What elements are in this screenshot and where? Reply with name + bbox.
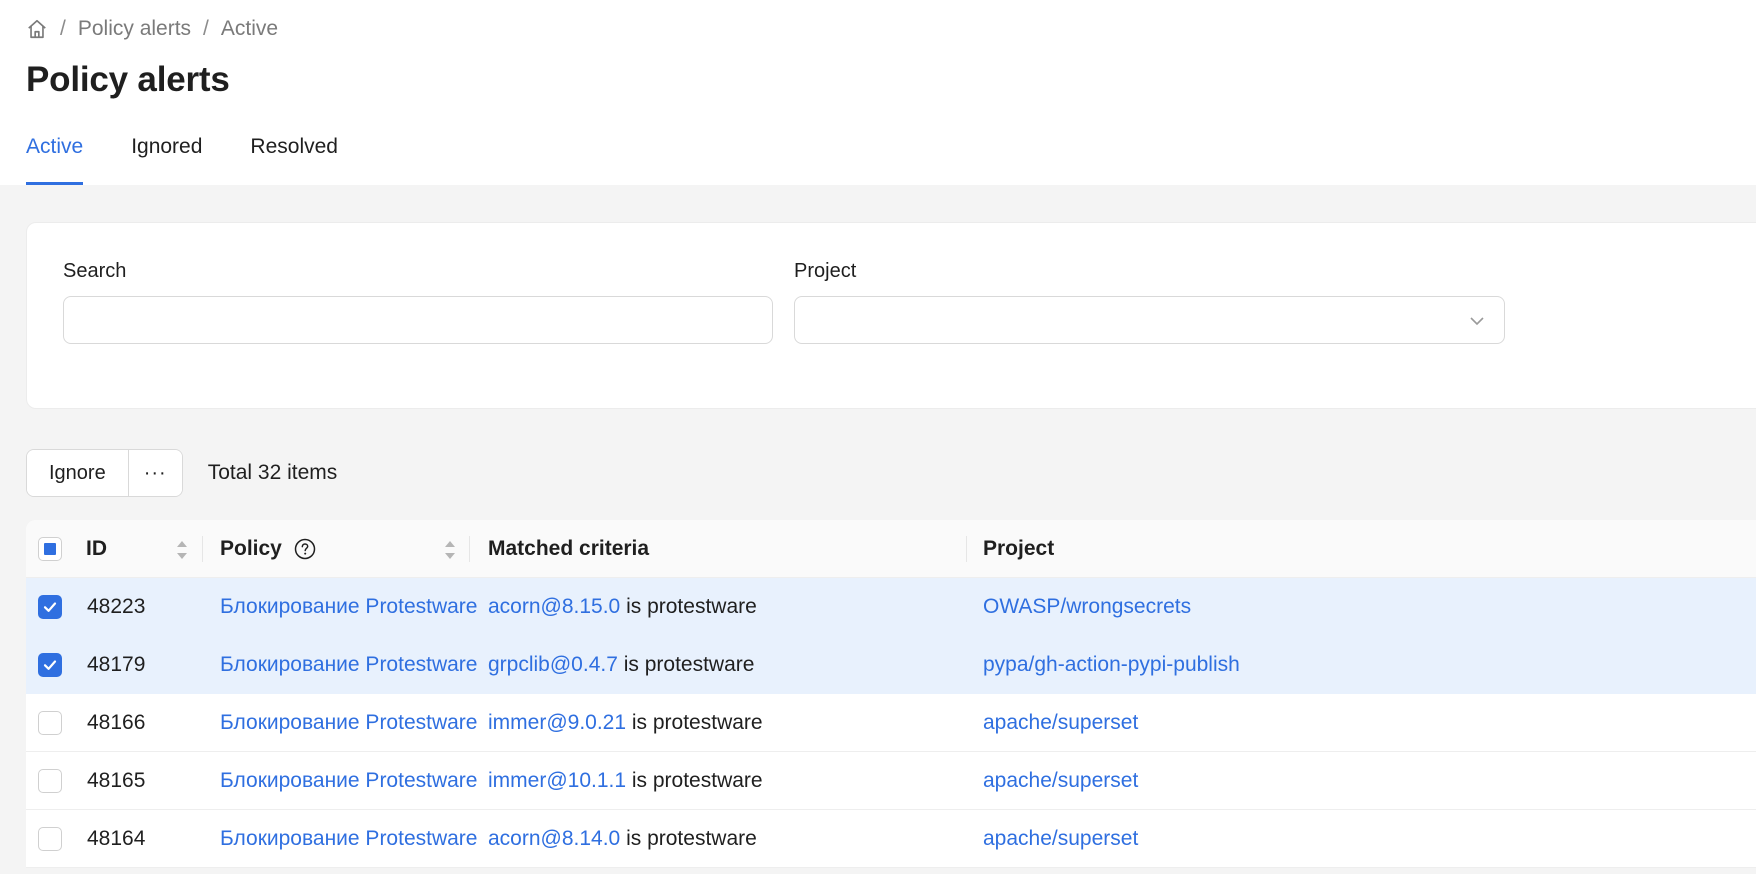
- package-link[interactable]: immer@9.0.21: [488, 711, 626, 735]
- column-header-matched-label: Matched criteria: [488, 537, 650, 560]
- filter-panel: Search Project: [26, 222, 1756, 409]
- criteria-text: is protestware: [626, 595, 757, 618]
- table-header: ID Policy Matched criteria Project: [26, 520, 1756, 578]
- policy-link[interactable]: Блокирование Protestware: [220, 578, 477, 636]
- cell-matched-criteria: immer@9.0.21 is protestware: [488, 694, 763, 752]
- column-header-policy[interactable]: Policy: [220, 520, 316, 578]
- column-divider: [966, 536, 967, 562]
- search-label: Search: [63, 260, 127, 282]
- policy-link[interactable]: Блокирование Protestware: [220, 636, 477, 694]
- cell-id: 48166: [87, 711, 146, 734]
- column-header-policy-label: Policy: [220, 537, 282, 560]
- cell-id: 48164: [87, 827, 146, 850]
- ignore-button[interactable]: Ignore: [27, 450, 128, 496]
- project-link[interactable]: apache/superset: [983, 752, 1138, 810]
- checkmark-icon: [43, 602, 57, 612]
- sort-icon[interactable]: [175, 538, 189, 562]
- breadcrumb-active: Active: [220, 17, 279, 40]
- total-items-count: Total 32 items: [207, 461, 338, 484]
- tab-bar: Active Ignored Resolved: [26, 129, 338, 185]
- cell-id: 48165: [87, 769, 146, 792]
- cell-matched-criteria: immer@10.1.1 is protestware: [488, 752, 763, 810]
- select-all-checkbox[interactable]: [38, 537, 62, 561]
- project-link[interactable]: OWASP/wrongsecrets: [983, 578, 1191, 636]
- criteria-text: is protestware: [623, 653, 755, 676]
- breadcrumb-policy-alerts[interactable]: Policy alerts: [78, 17, 191, 41]
- column-divider: [202, 536, 203, 562]
- criteria-text: is protestware: [631, 711, 763, 734]
- policy-link[interactable]: Блокирование Protestware: [220, 694, 477, 752]
- cell-id: 48223: [87, 595, 146, 618]
- action-button-group: Ignore ···: [26, 449, 183, 497]
- row-checkbox[interactable]: [38, 769, 62, 793]
- breadcrumb: / Policy alerts / Active: [26, 0, 1730, 42]
- cell-matched-criteria: acorn@8.14.0 is protestware: [488, 810, 757, 868]
- policy-link[interactable]: Блокирование Protestware: [220, 810, 477, 868]
- search-input[interactable]: [63, 296, 773, 344]
- project-link[interactable]: pypa/gh-action-pypi-publish: [983, 636, 1240, 694]
- home-icon[interactable]: [26, 18, 48, 40]
- project-link[interactable]: apache/superset: [983, 810, 1138, 868]
- page-title: Policy alerts: [26, 60, 230, 99]
- criteria-text: is protestware: [631, 769, 763, 792]
- row-checkbox[interactable]: [38, 595, 62, 619]
- checkmark-icon: [43, 660, 57, 670]
- project-select[interactable]: [794, 296, 1505, 344]
- package-link[interactable]: grpclib@0.4.7: [488, 653, 618, 677]
- page-header: / Policy alerts / Active Policy alerts A…: [0, 0, 1756, 185]
- more-actions-button[interactable]: ···: [127, 450, 182, 496]
- cell-matched-criteria: grpclib@0.4.7 is protestware: [488, 636, 754, 694]
- cell-id: 48179: [87, 653, 146, 676]
- package-link[interactable]: acorn@8.14.0: [488, 827, 620, 851]
- table-row[interactable]: 48223 Блокирование Protestware acorn@8.1…: [26, 578, 1756, 636]
- sort-icon[interactable]: [443, 538, 457, 562]
- package-link[interactable]: acorn@8.15.0: [488, 595, 620, 619]
- alerts-table: ID Policy Matched criteria Project 48223…: [26, 520, 1756, 868]
- indeterminate-mark: [44, 543, 56, 555]
- tab-active[interactable]: Active: [26, 129, 84, 185]
- package-link[interactable]: immer@10.1.1: [488, 769, 626, 793]
- bulk-action-toolbar: Ignore ··· Total 32 items: [26, 449, 337, 497]
- cell-matched-criteria: acorn@8.15.0 is protestware: [488, 578, 757, 636]
- row-checkbox[interactable]: [38, 827, 62, 851]
- criteria-text: is protestware: [626, 827, 757, 850]
- column-header-matched-criteria: Matched criteria: [488, 520, 649, 578]
- row-checkbox[interactable]: [38, 711, 62, 735]
- column-divider: [469, 536, 470, 562]
- breadcrumb-separator: /: [203, 17, 209, 40]
- policy-link[interactable]: Блокирование Protestware: [220, 752, 477, 810]
- column-header-id[interactable]: ID: [86, 520, 107, 578]
- column-header-id-label: ID: [86, 537, 107, 560]
- project-link[interactable]: apache/superset: [983, 694, 1138, 752]
- tab-ignored[interactable]: Ignored: [131, 129, 202, 185]
- help-icon[interactable]: [294, 538, 316, 560]
- row-checkbox[interactable]: [38, 653, 62, 677]
- breadcrumb-separator: /: [60, 17, 66, 40]
- table-row[interactable]: 48179 Блокирование Protestware grpclib@0…: [26, 636, 1756, 694]
- tab-resolved[interactable]: Resolved: [250, 129, 338, 185]
- table-row[interactable]: 48164 Блокирование Protestware acorn@8.1…: [26, 810, 1756, 868]
- column-header-project-label: Project: [983, 537, 1055, 560]
- table-row[interactable]: 48166 Блокирование Protestware immer@9.0…: [26, 694, 1756, 752]
- project-label: Project: [794, 260, 857, 282]
- content-area: Search Project Ignore ··· Total 32 items…: [0, 185, 1756, 874]
- chevron-down-icon: [1470, 317, 1484, 326]
- column-header-project: Project: [983, 520, 1054, 578]
- table-row[interactable]: 48165 Блокирование Protestware immer@10.…: [26, 752, 1756, 810]
